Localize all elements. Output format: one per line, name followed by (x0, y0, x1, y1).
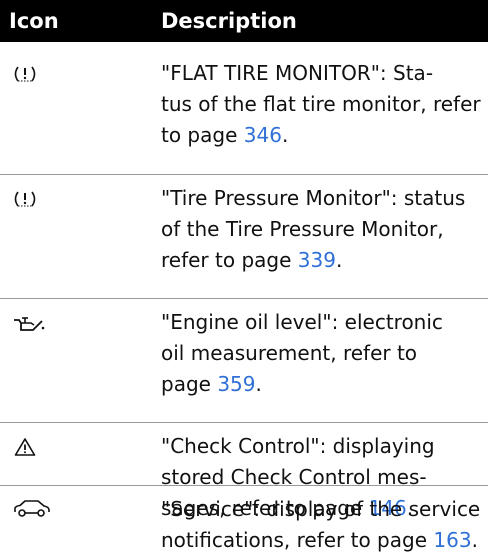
tire-pressure-warning-icon (12, 64, 38, 84)
row-description: "Engine oil level": electronic oil measu… (161, 310, 443, 396)
oil-can-icon (12, 315, 46, 333)
table-row: "Tire Pressure Monitor": status of the T… (0, 177, 488, 281)
page-link[interactable]: 359 (217, 372, 255, 396)
row-description: "Service": display of the service notifi… (161, 497, 481, 552)
row-divider (0, 422, 488, 423)
table-row: "Service": display of the service notifi… (0, 488, 488, 552)
header-icon: Icon (9, 9, 59, 33)
header-description: Description (161, 9, 297, 33)
table-header: Icon Description (0, 0, 488, 42)
page-link[interactable]: 346 (244, 123, 282, 147)
row-divider (0, 298, 488, 299)
row-description: "Tire Pressure Monitor": status of the T… (161, 186, 466, 272)
page-link[interactable]: 339 (298, 248, 336, 272)
row-description: "FLAT TIRE MONITOR": Sta- tus of the fla… (161, 61, 481, 147)
tire-pressure-warning-icon (12, 189, 38, 209)
warning-triangle-icon (14, 437, 36, 457)
row-divider (0, 174, 488, 175)
table-row: "Engine oil level": electronic oil measu… (0, 301, 488, 405)
table-row: "FLAT TIRE MONITOR": Sta- tus of the fla… (0, 52, 488, 156)
car-service-icon (12, 498, 52, 518)
row-divider (0, 485, 488, 486)
page-link[interactable]: 163 (433, 528, 471, 552)
